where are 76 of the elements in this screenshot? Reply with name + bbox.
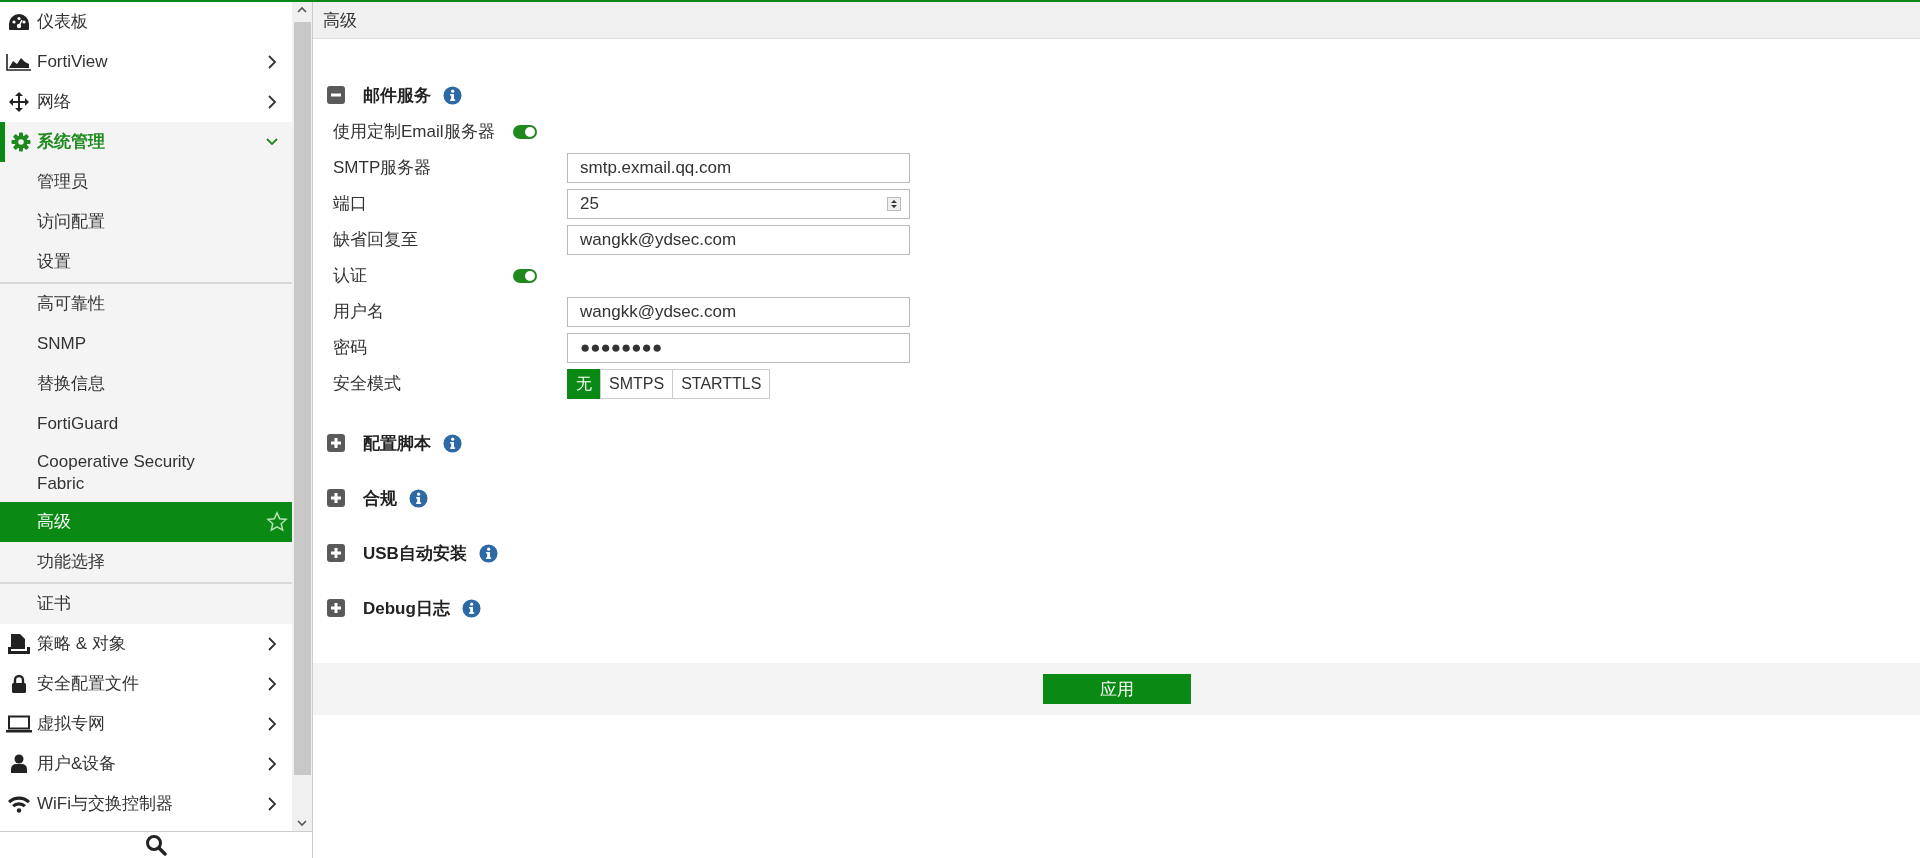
sidebar-submenu-item[interactable]: 高级 bbox=[0, 502, 292, 542]
search-icon[interactable] bbox=[145, 834, 167, 856]
collapse-icon[interactable] bbox=[327, 86, 345, 104]
info-icon[interactable] bbox=[461, 598, 481, 618]
menu-label: 网络 bbox=[37, 91, 72, 113]
toggle-switch[interactable] bbox=[513, 125, 537, 139]
page-title: 高级 bbox=[323, 9, 357, 32]
sidebar-submenu-item[interactable]: 替换信息 bbox=[0, 364, 292, 404]
sidebar-menu-item[interactable]: 网络 bbox=[0, 82, 292, 122]
apply-button[interactable]: 应用 bbox=[1042, 674, 1191, 704]
area-chart-icon bbox=[5, 53, 32, 71]
expand-icon[interactable] bbox=[327, 489, 345, 507]
sidebar-menu-item[interactable]: 用户&设备 bbox=[0, 744, 292, 784]
field-label: 认证 bbox=[333, 265, 368, 287]
menu-label: 安全配置文件 bbox=[37, 673, 140, 695]
section-title: Debug日志 bbox=[363, 597, 450, 620]
laptop-icon bbox=[5, 715, 32, 733]
menu-label: WiFi与交换控制器 bbox=[37, 793, 174, 815]
section-title: 配置脚本 bbox=[363, 432, 431, 455]
sidebar-submenu-item[interactable]: 访问配置 bbox=[0, 202, 292, 242]
password-field[interactable]: ●●●●●●●● bbox=[567, 333, 910, 363]
info-icon[interactable] bbox=[409, 488, 428, 508]
mode-option[interactable]: SMTPS bbox=[600, 369, 674, 399]
sidebar-menu-item[interactable]: 仪表板 bbox=[0, 2, 292, 42]
field-label: 用户名 bbox=[333, 301, 385, 323]
mode-option[interactable]: 无 bbox=[567, 369, 601, 399]
menu-label: 仪表板 bbox=[37, 11, 89, 33]
sidebar-menu-item[interactable]: 虚拟专网 bbox=[0, 704, 292, 744]
document-tray-icon bbox=[6, 633, 31, 655]
section-title: 邮件服务 bbox=[363, 84, 431, 107]
sidebar-submenu-item[interactable]: 证书 bbox=[0, 584, 292, 624]
sidebar-submenu-item[interactable]: SNMP bbox=[0, 324, 292, 364]
field-label: 缺省回复至 bbox=[333, 229, 419, 251]
expand-icon[interactable] bbox=[327, 599, 345, 617]
field-label: 使用定制Email服务器 bbox=[333, 121, 496, 143]
mode-option[interactable]: STARTTLS bbox=[672, 369, 771, 399]
sidebar-submenu-item[interactable]: Cooperative Security Fabric bbox=[0, 444, 292, 502]
star-icon[interactable] bbox=[266, 511, 288, 533]
number-field[interactable]: 25 bbox=[567, 189, 910, 219]
wifi-icon bbox=[6, 795, 31, 813]
info-icon[interactable] bbox=[478, 543, 498, 563]
menu-label: 系统管理 bbox=[37, 131, 106, 153]
move-arrows-icon bbox=[7, 91, 30, 113]
sidebar-menu-item[interactable]: WiFi与交换控制器 bbox=[0, 784, 292, 824]
sidebar-menu-item[interactable]: 策略 & 对象 bbox=[0, 624, 292, 664]
menu-label: 用户&设备 bbox=[37, 753, 118, 775]
field-label: 端口 bbox=[333, 193, 368, 215]
field-label: 安全模式 bbox=[333, 373, 402, 395]
sidebar-menu-item[interactable]: 系统管理 bbox=[0, 122, 292, 162]
text-field[interactable]: wangkk@ydsec.com bbox=[567, 297, 910, 327]
menu-label: FortiView bbox=[37, 51, 109, 73]
expand-icon[interactable] bbox=[327, 544, 345, 562]
field-label: SMTP服务器 bbox=[333, 157, 433, 179]
sidebar-submenu-item[interactable]: 管理员 bbox=[0, 162, 292, 202]
spinner-icon[interactable] bbox=[887, 197, 901, 211]
menu-label: 虚拟专网 bbox=[37, 713, 106, 735]
text-field[interactable]: wangkk@ydsec.com bbox=[567, 225, 910, 255]
sidebar-submenu-item[interactable]: FortiGuard bbox=[0, 404, 292, 444]
sidebar-submenu-item[interactable]: 高可靠性 bbox=[0, 284, 292, 324]
field-label: 密码 bbox=[333, 337, 368, 359]
gear-icon bbox=[11, 132, 31, 152]
sidebar-menu-item[interactable]: FortiView bbox=[0, 42, 292, 82]
dashboard-icon bbox=[7, 13, 30, 31]
text-field[interactable]: smtp.exmail.qq.com bbox=[567, 153, 910, 183]
info-icon[interactable] bbox=[443, 85, 462, 105]
info-icon[interactable] bbox=[443, 433, 462, 453]
sidebar-submenu-item[interactable]: 设置 bbox=[0, 242, 292, 282]
toggle-switch[interactable] bbox=[513, 269, 537, 283]
sidebar-menu-item[interactable]: 安全配置文件 bbox=[0, 664, 292, 704]
menu-label: 策略 & 对象 bbox=[37, 633, 127, 655]
lock-icon bbox=[10, 674, 27, 694]
section-title: 合规 bbox=[363, 487, 397, 510]
section-title: USB自动安装 bbox=[363, 542, 467, 565]
sidebar-submenu-item[interactable]: 功能选择 bbox=[0, 542, 292, 582]
user-icon bbox=[10, 754, 27, 774]
expand-icon[interactable] bbox=[327, 434, 345, 452]
